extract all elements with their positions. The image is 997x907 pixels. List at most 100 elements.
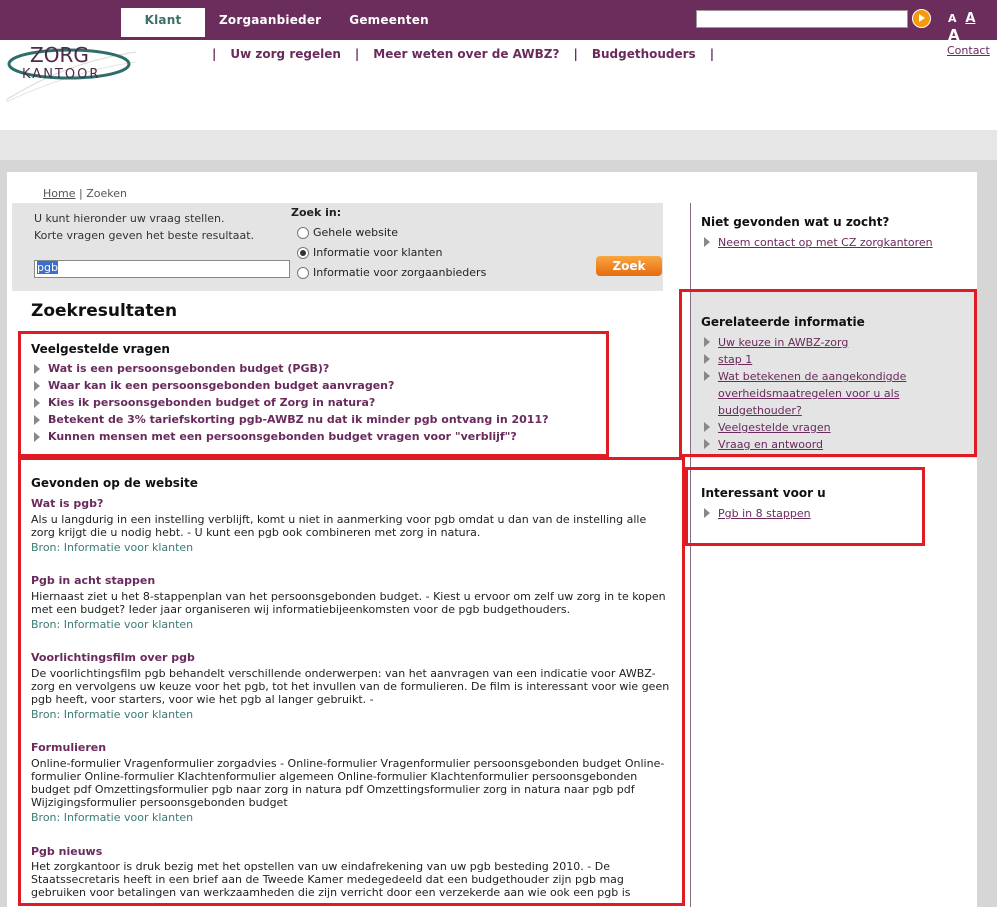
result-snippet: Hiernaast ziet u het 8-stappenplan van h… — [31, 590, 666, 616]
result-source: Bron: Informatie voor klanten — [31, 618, 194, 631]
sidebar-link-label: Uw keuze in AWBZ-zorg — [718, 336, 849, 349]
nav-item-uw-zorg-regelen[interactable]: Uw zorg regelen — [230, 47, 341, 61]
bullet-arrow-icon — [704, 337, 710, 347]
not-found-title: Niet gevonden wat u zocht? — [701, 215, 890, 229]
nav-separator: | — [212, 47, 217, 61]
faq-item[interactable]: Waar kan ik een persoonsgebonden budget … — [34, 379, 394, 392]
main-nav: | Uw zorg regelen | Meer weten over de A… — [212, 47, 728, 61]
search-query-text: pgb — [37, 261, 58, 274]
bullet-arrow-icon — [704, 237, 710, 247]
option-informatie-klanten[interactable]: Informatie voor klanten — [297, 246, 442, 259]
faq-item-label: Kies ik persoonsgebonden budget of Zorg … — [48, 396, 376, 409]
font-size-small-button[interactable]: A — [948, 12, 957, 25]
logo-text-kantoor: KANTOOR — [22, 67, 100, 82]
result-snippet: De voorlichtingsfilm pgb behandelt versc… — [31, 667, 670, 706]
related-link[interactable]: stap 1 — [704, 351, 752, 368]
related-link[interactable]: Veelgestelde vragen — [704, 419, 831, 436]
sidebar-link-label: Wat betekenen de aangekondigde overheids… — [718, 370, 907, 417]
radio-button[interactable] — [297, 226, 309, 239]
contact-cz-link[interactable]: Neem contact op met CZ zorgkantoren — [704, 234, 933, 251]
faq-item-label: Waar kan ik een persoonsgebonden budget … — [48, 379, 395, 392]
bullet-arrow-icon — [34, 414, 40, 425]
related-link[interactable]: Vraag en antwoord — [704, 436, 823, 453]
bullet-arrow-icon — [704, 354, 710, 364]
bullet-arrow-icon — [704, 439, 710, 449]
faq-item[interactable]: Kies ik persoonsgebonden budget of Zorg … — [34, 396, 375, 409]
header: ZORG KANTOOR | Uw zorg regelen | Meer we… — [0, 40, 997, 130]
search-intro: U kunt hieronder uw vraag stellen. Korte… — [34, 210, 254, 244]
sidebar-link-label: Neem contact op met CZ zorgkantoren — [718, 236, 933, 249]
interesting-link[interactable]: Pgb in 8 stappen — [704, 505, 811, 522]
result-snippet: Het zorgkantoor is druk bezig met het op… — [31, 860, 631, 899]
option-gehele-website[interactable]: Gehele website — [297, 226, 398, 239]
result-snippet: Als u langdurig in een instelling verbli… — [31, 513, 647, 539]
radio-button-selected[interactable] — [297, 246, 309, 259]
result-title-link[interactable]: Formulieren — [31, 741, 106, 754]
audience-tabs: Klant Zorgaanbieder Gemeenten — [121, 8, 443, 40]
search-query-input[interactable]: pgb — [34, 260, 290, 278]
faq-title: Veelgestelde vragen — [31, 342, 170, 356]
result-title-link[interactable]: Pgb nieuws — [31, 845, 102, 858]
option-informatie-zorgaanbieders[interactable]: Informatie voor zorgaanbieders — [297, 266, 486, 279]
result-source: Bron: Informatie voor klanten — [31, 541, 194, 554]
result-snippet: Online-formulier Vragenformulier zorgadv… — [31, 757, 665, 809]
breadcrumb: Home | Zoeken — [43, 187, 127, 200]
option-label: Informatie voor klanten — [313, 246, 443, 259]
bullet-arrow-icon — [34, 380, 40, 391]
site-search-input[interactable] — [696, 10, 908, 28]
header-band — [0, 130, 997, 160]
tab-gemeenten[interactable]: Gemeenten — [335, 8, 443, 37]
related-info-title: Gerelateerde informatie — [701, 315, 865, 329]
sidebar-link-label: Vraag en antwoord — [718, 438, 824, 451]
font-size-medium-button[interactable]: A — [965, 11, 975, 26]
result-source: Bron: Informatie voor klanten — [31, 811, 194, 824]
faq-item[interactable]: Kunnen mensen met een persoonsgebonden b… — [34, 430, 517, 443]
breadcrumb-separator: | — [78, 187, 83, 200]
tab-zorgaanbieder[interactable]: Zorgaanbieder — [205, 8, 335, 37]
bullet-arrow-icon — [34, 431, 40, 442]
bullet-arrow-icon — [704, 508, 710, 518]
related-link[interactable]: Uw keuze in AWBZ-zorg — [704, 334, 848, 351]
result-title-link[interactable]: Wat is pgb? — [31, 497, 103, 510]
bullet-arrow-icon — [34, 363, 40, 374]
faq-item[interactable]: Betekent de 3% tariefskorting pgb-AWBZ n… — [34, 413, 549, 426]
related-link[interactable]: Wat betekenen de aangekondigde overheids… — [704, 368, 919, 419]
search-intro-line1: U kunt hieronder uw vraag stellen. — [34, 212, 225, 225]
radio-button[interactable] — [297, 266, 309, 279]
zoek-button[interactable]: Zoek — [596, 256, 662, 276]
search-form: U kunt hieronder uw vraag stellen. Korte… — [12, 203, 663, 291]
breadcrumb-home-link[interactable]: Home — [43, 187, 75, 200]
faq-item-label: Kunnen mensen met een persoonsgebonden b… — [48, 430, 517, 443]
option-label: Gehele website — [313, 226, 398, 239]
top-bar: Klant Zorgaanbieder Gemeenten A A A — [0, 0, 997, 44]
contact-link[interactable]: Contact — [947, 44, 990, 57]
result-source: Bron: Informatie voor klanten — [31, 708, 194, 721]
tab-klant[interactable]: Klant — [121, 8, 205, 37]
zorgkantoor-logo[interactable]: ZORG KANTOOR — [6, 42, 136, 102]
bullet-arrow-icon — [704, 371, 710, 381]
nav-separator: | — [573, 47, 578, 61]
faq-item-label: Betekent de 3% tariefskorting pgb-AWBZ n… — [48, 413, 549, 426]
website-results-title: Gevonden op de website — [31, 476, 198, 490]
nav-separator: | — [709, 47, 715, 61]
bullet-arrow-icon — [704, 422, 710, 432]
logo-text-zorg: ZORG — [30, 43, 89, 67]
faq-item-label: Wat is een persoonsgebonden budget (PGB)… — [48, 362, 330, 375]
result-title-link[interactable]: Pgb in acht stappen — [31, 574, 155, 587]
sidebar-link-label: Pgb in 8 stappen — [718, 507, 811, 520]
bullet-arrow-icon — [34, 397, 40, 408]
result-title-link[interactable]: Voorlichtingsfilm over pgb — [31, 651, 195, 664]
nav-separator: | — [354, 47, 360, 61]
search-go-icon[interactable] — [912, 9, 931, 28]
page-title: Zoekresultaten — [31, 301, 178, 321]
interesting-title: Interessant voor u — [701, 486, 826, 500]
faq-item[interactable]: Wat is een persoonsgebonden budget (PGB)… — [34, 362, 329, 375]
nav-item-budgethouders[interactable]: Budgethouders — [592, 47, 696, 61]
search-intro-line2: Korte vragen geven het beste resultaat. — [34, 229, 254, 242]
nav-item-meer-weten-awbz[interactable]: Meer weten over de AWBZ? — [373, 47, 559, 61]
sidebar-link-label: Veelgestelde vragen — [718, 421, 831, 434]
breadcrumb-current: Zoeken — [86, 187, 127, 200]
zoek-in-label: Zoek in: — [291, 206, 342, 219]
sidebar-link-label: stap 1 — [718, 353, 753, 366]
option-label: Informatie voor zorgaanbieders — [313, 266, 487, 279]
